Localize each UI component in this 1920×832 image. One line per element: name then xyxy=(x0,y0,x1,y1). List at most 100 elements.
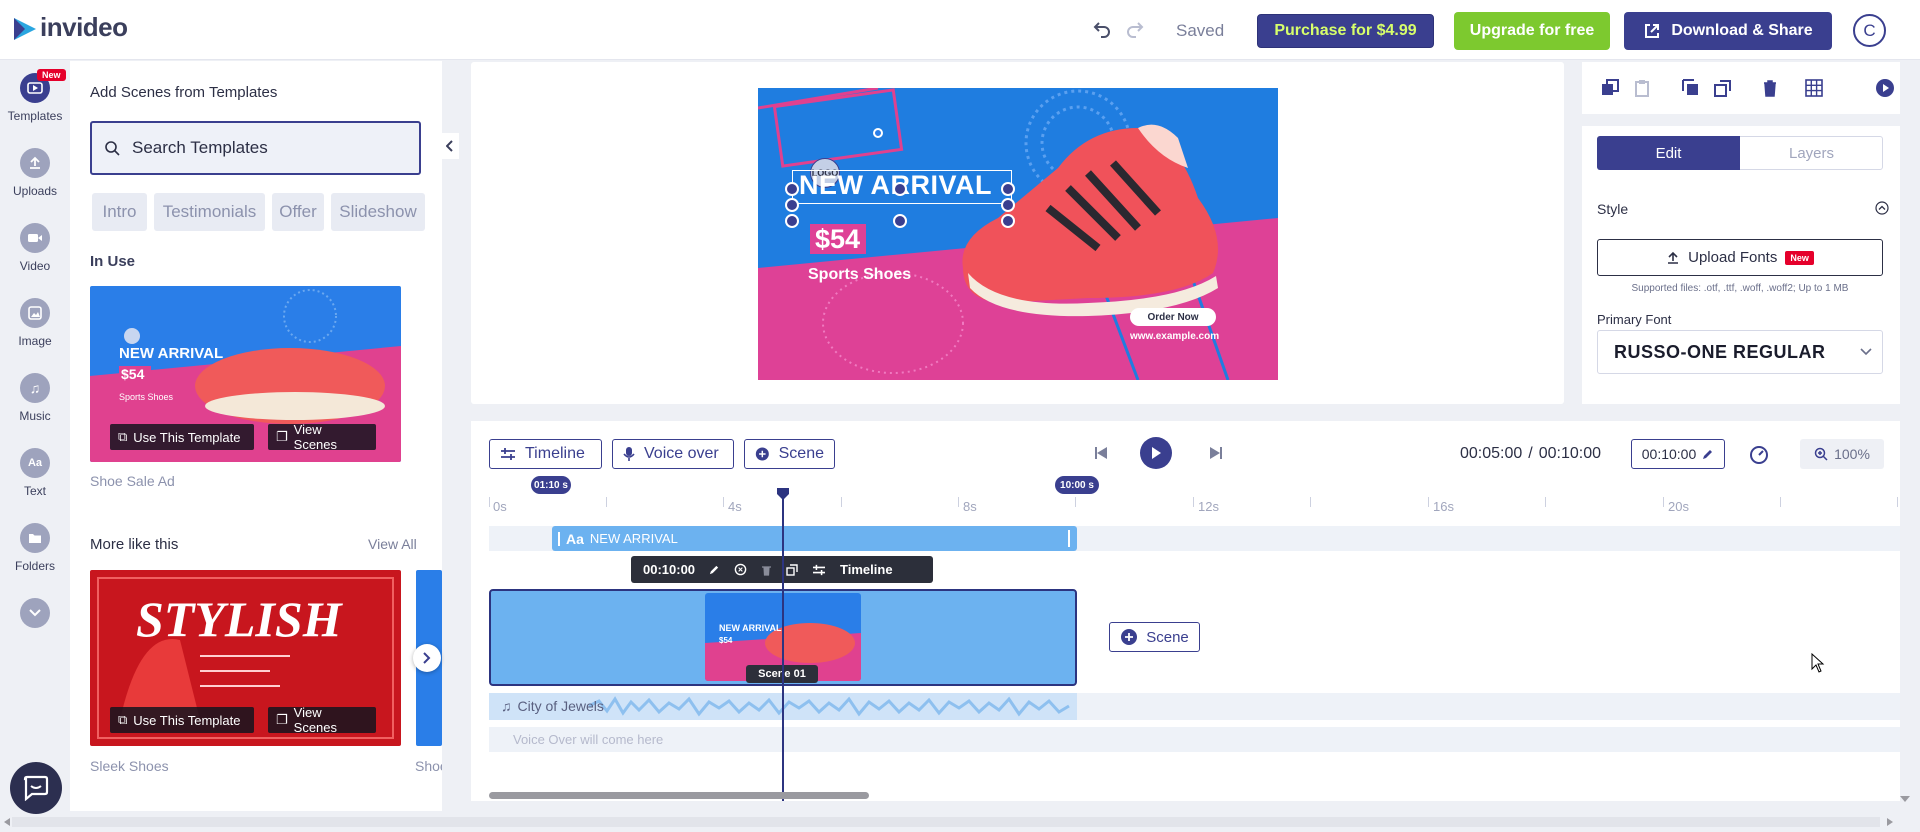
upload-fonts-label: Upload Fonts xyxy=(1688,249,1778,266)
tab-edit[interactable]: Edit xyxy=(1597,136,1740,170)
view-scenes-button[interactable]: ❐ View Scenes xyxy=(268,705,376,735)
scroll-down-icon[interactable] xyxy=(1899,794,1911,804)
zoom-control[interactable]: 100% xyxy=(1800,439,1884,469)
canvas-subtitle[interactable]: Sports Shoes xyxy=(808,266,911,284)
shoe-caption: Shoe xyxy=(415,758,442,774)
scene-duration[interactable]: 00:10:00 xyxy=(643,562,695,577)
canvas-url[interactable]: www.example.com xyxy=(1130,331,1219,342)
resize-handle[interactable] xyxy=(893,214,907,228)
search-templates-input[interactable]: Search Templates xyxy=(90,121,421,175)
rail-item-video[interactable]: Video xyxy=(0,223,70,273)
use-template-label: Use This Template xyxy=(133,429,241,445)
chip-slideshow[interactable]: Slideshow xyxy=(331,193,425,231)
add-scene-label: Scene xyxy=(1146,628,1189,646)
order-now-button[interactable]: Order Now xyxy=(1130,308,1216,326)
start-marker[interactable]: 01:10 s xyxy=(531,476,571,494)
swap-icon[interactable] xyxy=(734,563,747,576)
rail-item-uploads[interactable]: Uploads xyxy=(0,148,70,198)
resize-handle[interactable] xyxy=(1001,198,1015,212)
trash-icon[interactable] xyxy=(761,564,772,576)
undo-icon[interactable] xyxy=(1092,18,1112,44)
view-scenes-button[interactable]: ❐ View Scenes xyxy=(268,422,376,452)
canvas-scene[interactable]: LOGO NEW ARRIVAL $54 Sports Shoes Order … xyxy=(758,88,1278,380)
chip-intro[interactable]: Intro xyxy=(92,193,147,231)
chip-testimonials[interactable]: Testimonials xyxy=(154,193,265,231)
rotate-handle[interactable] xyxy=(873,128,883,138)
use-template-button[interactable]: ⧉ Use This Template xyxy=(110,707,254,733)
canvas-price[interactable]: $54 xyxy=(815,224,860,255)
rail-item-templates[interactable]: New Templates xyxy=(0,69,70,123)
skip-forward-icon[interactable] xyxy=(1208,445,1224,461)
timeline-button[interactable]: Timeline xyxy=(489,439,602,469)
duplicate-icon[interactable] xyxy=(1713,78,1733,98)
image-icon xyxy=(20,298,50,328)
collapse-section-icon[interactable] xyxy=(1875,201,1889,215)
redo-icon[interactable] xyxy=(1125,18,1145,44)
horizontal-scroll-track[interactable] xyxy=(12,817,1880,827)
copy-icon[interactable] xyxy=(786,563,798,576)
time-separator: / xyxy=(1528,445,1533,462)
voice-over-track[interactable] xyxy=(489,727,1900,752)
sleek-shoes-thumbnail[interactable]: STYLISH ⧉ Use This Template ❐ View Scene… xyxy=(90,570,401,746)
use-template-button[interactable]: ⧉ Use This Template xyxy=(110,424,254,450)
collapse-panel-button[interactable] xyxy=(441,133,459,159)
scroll-left-icon[interactable] xyxy=(3,817,11,827)
resize-handle[interactable] xyxy=(893,182,907,196)
mini-timeline-label[interactable]: Timeline xyxy=(840,562,893,577)
rail-label: Templates xyxy=(7,109,63,123)
chip-offer[interactable]: Offer xyxy=(272,193,324,231)
resize-handle[interactable] xyxy=(1001,214,1015,228)
end-marker[interactable]: 10:00 s xyxy=(1055,476,1099,494)
scroll-right-icon[interactable] xyxy=(1886,817,1894,827)
svg-text:$54: $54 xyxy=(121,366,145,382)
chat-support-button[interactable] xyxy=(10,762,62,814)
upgrade-label: Upgrade for free xyxy=(1469,22,1595,39)
primary-font-label: Primary Font xyxy=(1597,312,1672,327)
play-button[interactable] xyxy=(1140,437,1172,469)
resize-handle[interactable] xyxy=(785,198,799,212)
clip-handle[interactable] xyxy=(1068,530,1070,547)
in-use-template-thumbnail[interactable]: NEW ARRIVAL $54 Sports Shoes ⧉ Use This … xyxy=(90,286,401,462)
speed-icon[interactable] xyxy=(1748,444,1770,466)
primary-font-select[interactable]: RUSSO-ONE REGULAR xyxy=(1597,330,1883,374)
rail-item-music[interactable]: ♫ Music xyxy=(0,373,70,423)
add-scene-toolbar-button[interactable]: Scene xyxy=(744,439,835,469)
play-preview-icon[interactable] xyxy=(1875,78,1895,98)
app-logo-text[interactable]: invideo xyxy=(40,12,128,43)
paste-icon[interactable] xyxy=(1632,78,1652,98)
voice-over-button[interactable]: Voice over xyxy=(612,439,734,469)
text-track-clip[interactable]: Aa NEW ARRIVAL xyxy=(552,526,1077,551)
download-share-button[interactable]: Download & Share xyxy=(1624,12,1832,50)
tab-layers[interactable]: Layers xyxy=(1740,136,1883,170)
current-time: 00:05:00 xyxy=(1460,445,1523,462)
carousel-next-button[interactable] xyxy=(413,644,441,672)
rail-more-button[interactable] xyxy=(0,598,70,634)
playhead-handle-icon[interactable] xyxy=(776,487,790,501)
playhead[interactable] xyxy=(782,497,784,801)
resize-handle[interactable] xyxy=(785,182,799,196)
timeline-scrollbar[interactable] xyxy=(489,792,869,799)
add-scene-button[interactable]: Scene xyxy=(1109,622,1200,652)
clip-handle[interactable] xyxy=(558,531,560,546)
delete-icon[interactable] xyxy=(1760,78,1780,98)
purchase-button[interactable]: Purchase for $4.99 xyxy=(1257,14,1434,48)
grid-icon[interactable] xyxy=(1804,78,1824,98)
rail-item-folders[interactable]: Folders xyxy=(0,523,70,573)
resize-handle[interactable] xyxy=(785,214,799,228)
upload-fonts-button[interactable]: Upload Fonts New xyxy=(1597,239,1883,276)
view-all-link[interactable]: View All xyxy=(368,536,417,552)
bring-forward-icon[interactable] xyxy=(1600,78,1620,98)
rail-item-text[interactable]: Aa Text xyxy=(0,448,70,498)
pencil-icon[interactable] xyxy=(709,564,720,575)
timeline-icon xyxy=(813,564,826,575)
rail-item-image[interactable]: Image xyxy=(0,298,70,348)
skip-back-icon[interactable] xyxy=(1093,445,1109,461)
duration-field[interactable]: 00:10:00 xyxy=(1631,439,1725,469)
user-avatar[interactable]: C xyxy=(1853,14,1886,47)
chevron-right-icon xyxy=(423,652,431,664)
purchase-label: Purchase for $4.99 xyxy=(1274,22,1417,39)
resize-handle[interactable] xyxy=(1001,182,1015,196)
upgrade-button[interactable]: Upgrade for free xyxy=(1454,12,1610,50)
send-backward-icon[interactable] xyxy=(1681,78,1701,98)
template-icon: ⧉ xyxy=(118,429,128,444)
